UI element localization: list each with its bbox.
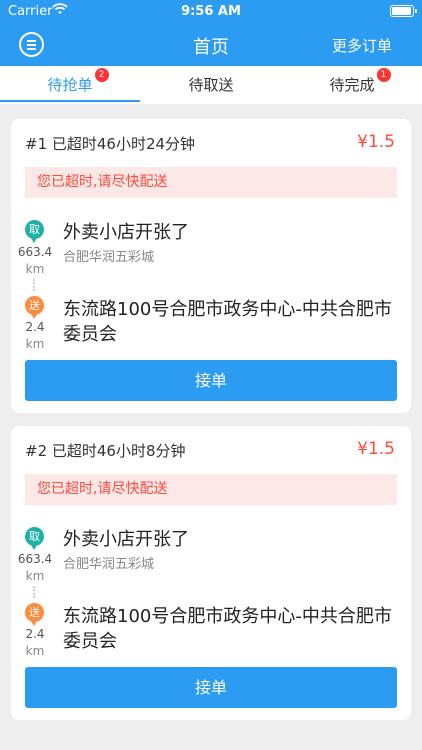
tab-badge: 1 bbox=[376, 68, 391, 82]
order-card: #1 已超时46小时24分钟 ¥1.5 您已超时,请尽快配送 取 663.4 k… bbox=[11, 119, 411, 413]
tab-indicator bbox=[0, 100, 140, 102]
tab-bar: 待抢单 2 待取送 待完成 1 bbox=[0, 66, 422, 104]
accept-order-button[interactable]: 接单 bbox=[25, 360, 397, 401]
shop-address: 合肥华润五彩城 bbox=[63, 250, 155, 265]
tab-label: 待取送 bbox=[188, 76, 234, 94]
pickup-distance: 663.4 bbox=[17, 552, 53, 566]
tab-pending-complete[interactable]: 待完成 1 bbox=[282, 66, 422, 104]
shop-name: 外卖小店开张了 bbox=[63, 222, 189, 243]
order-price: ¥1.5 bbox=[357, 439, 395, 459]
pickup-distance-unit: km bbox=[25, 262, 45, 276]
tab-pending-grab[interactable]: 待抢单 2 bbox=[0, 66, 140, 104]
pickup-distance-unit: km bbox=[25, 569, 45, 583]
clock: 9:56 AM bbox=[181, 4, 241, 19]
drop-distance: 2.4 bbox=[25, 627, 45, 641]
battery-icon bbox=[390, 5, 417, 17]
route-dots bbox=[33, 279, 37, 291]
tab-pending-pickup[interactable]: 待取送 bbox=[141, 66, 281, 104]
order-header: #2 已超时46小时8分钟 bbox=[25, 442, 186, 460]
drop-pin-icon: 送 bbox=[25, 603, 44, 626]
accept-order-button[interactable]: 接单 bbox=[25, 667, 397, 708]
drop-distance-unit: km bbox=[25, 337, 45, 351]
shop-name: 外卖小店开张了 bbox=[63, 529, 189, 550]
pickup-pin-icon: 取 bbox=[25, 220, 44, 243]
order-header: #1 已超时46小时24分钟 bbox=[25, 135, 196, 153]
status-bar: Carrier 9:56 AM bbox=[0, 0, 422, 22]
drop-distance-unit: km bbox=[25, 644, 45, 658]
tab-label: 待抢单 bbox=[47, 76, 93, 94]
destination-address: 东流路100号合肥市政务中心-中共合肥市委员会 bbox=[63, 606, 392, 652]
order-card: #2 已超时46小时8分钟 ¥1.5 您已超时,请尽快配送 取 663.4 km… bbox=[11, 426, 411, 720]
destination-address: 东流路100号合肥市政务中心-中共合肥市委员会 bbox=[63, 299, 392, 345]
pickup-distance: 663.4 bbox=[17, 245, 53, 259]
tab-badge: 2 bbox=[94, 68, 109, 82]
drop-pin-icon: 送 bbox=[25, 296, 44, 319]
order-price: ¥1.5 bbox=[357, 132, 395, 152]
app-header: Carrier 9:56 AM 首页 更多订单 bbox=[0, 0, 422, 66]
drop-distance: 2.4 bbox=[25, 320, 45, 334]
shop-address: 合肥华润五彩城 bbox=[63, 557, 155, 572]
pickup-pin-icon: 取 bbox=[25, 527, 44, 550]
route-dots bbox=[33, 586, 37, 598]
overdue-alert: 您已超时,请尽快配送 bbox=[25, 474, 397, 505]
tab-label: 待完成 bbox=[329, 76, 375, 94]
more-orders-button[interactable]: 更多订单 bbox=[332, 35, 392, 56]
overdue-alert: 您已超时,请尽快配送 bbox=[25, 167, 397, 198]
